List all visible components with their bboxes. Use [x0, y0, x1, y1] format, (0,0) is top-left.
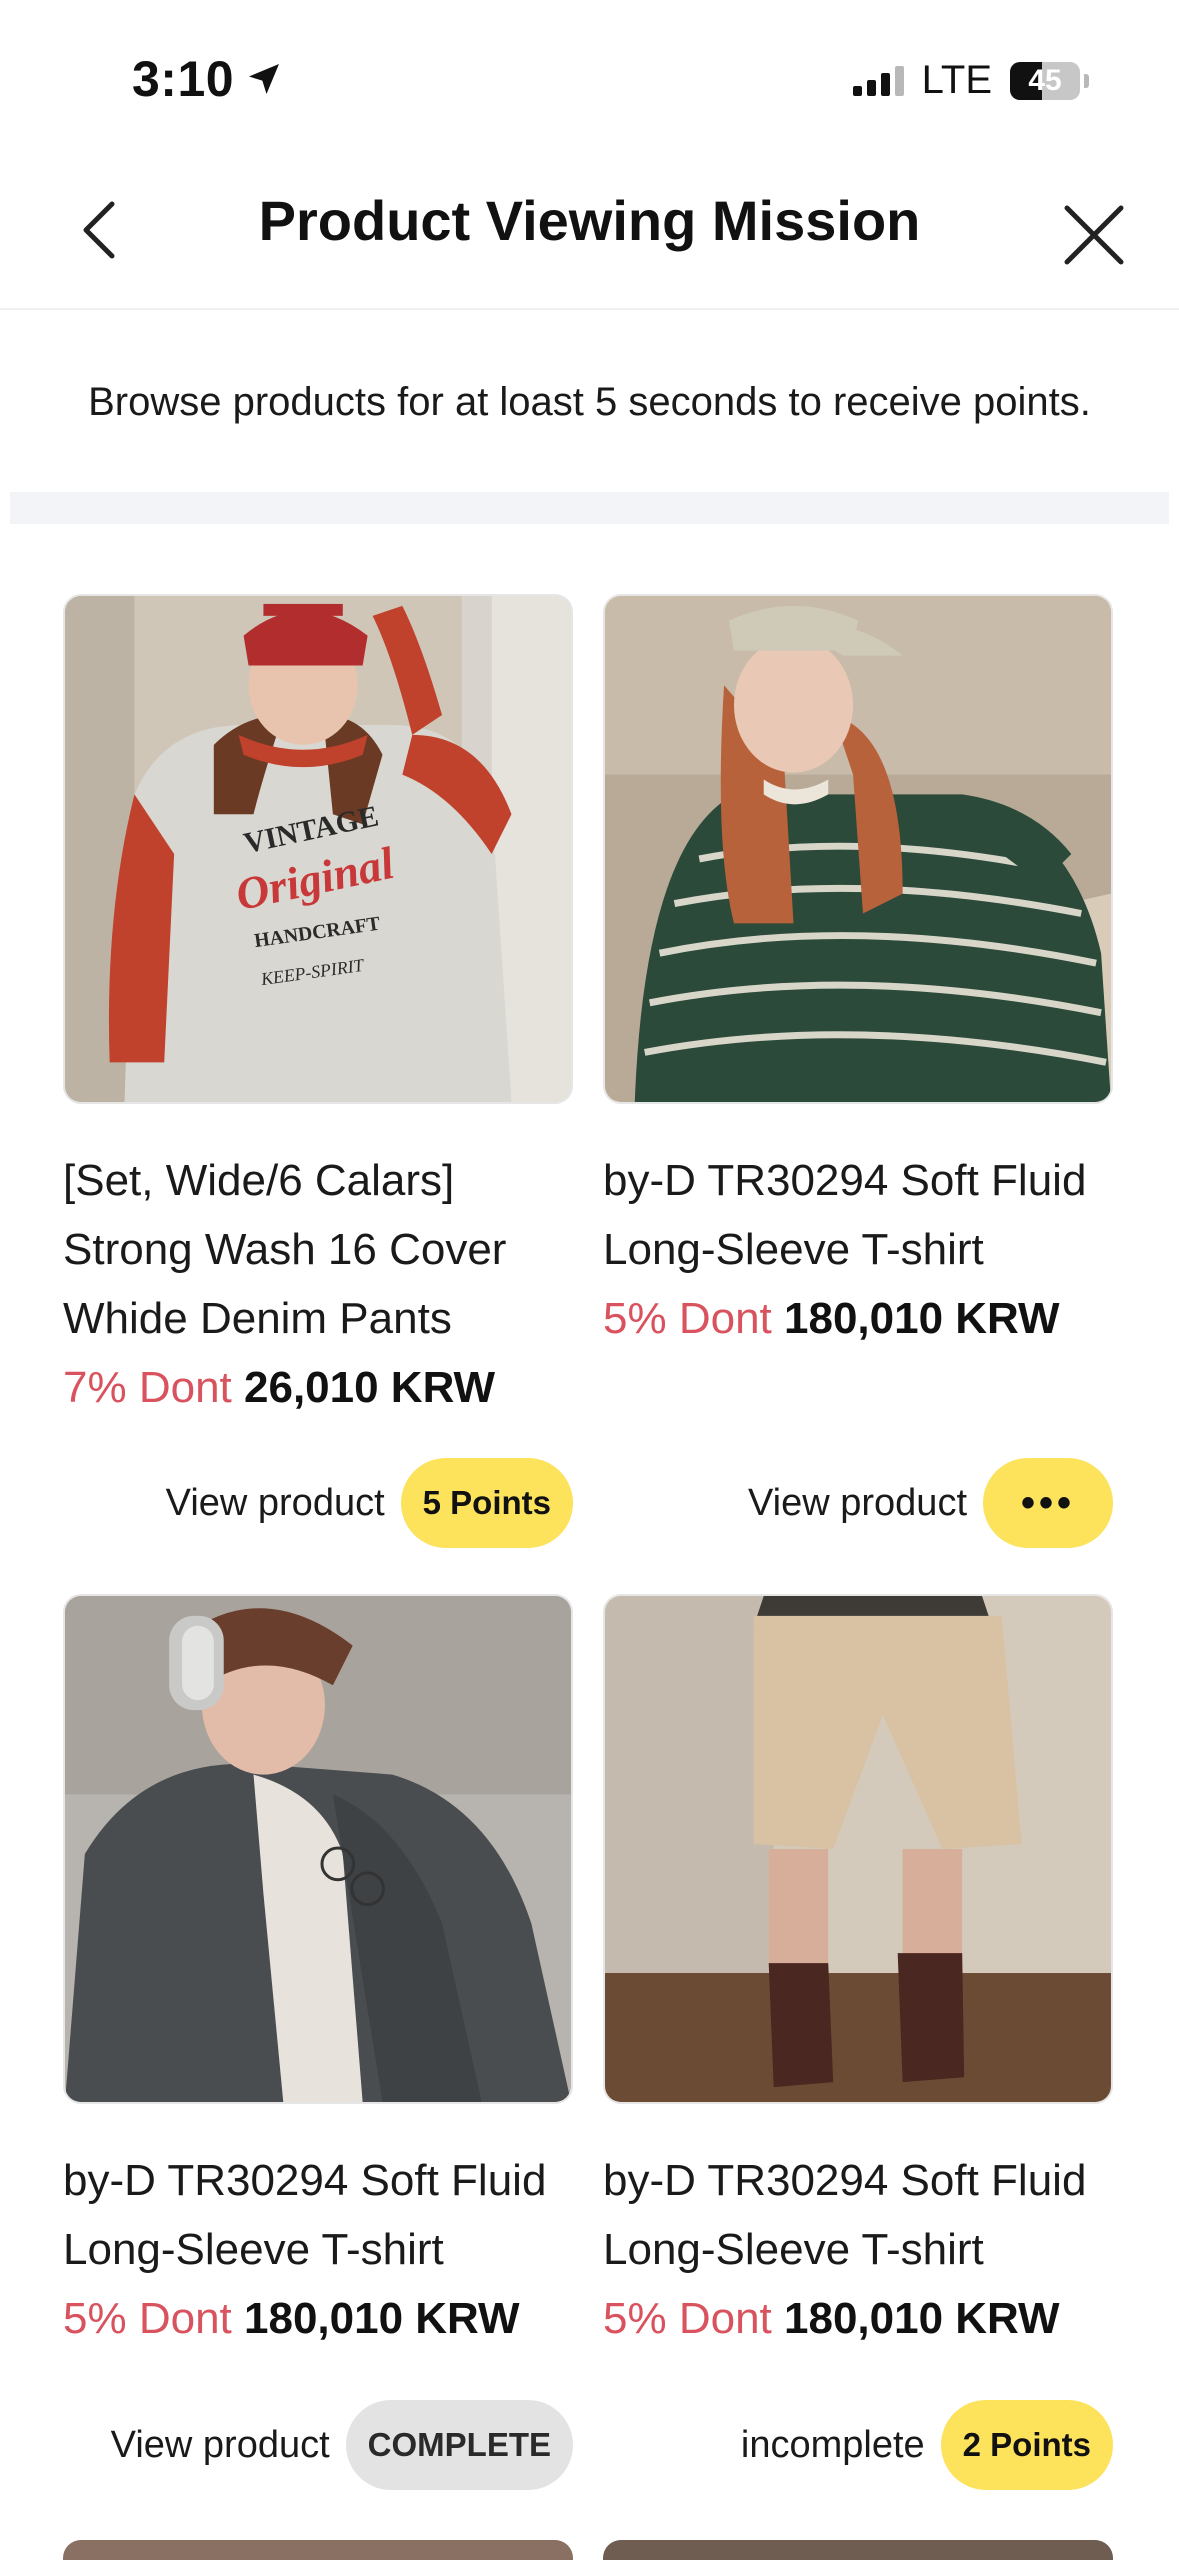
- product-name[interactable]: by-D TR30294 Soft Fluid Long-Sleeve T-sh…: [603, 2146, 1123, 2284]
- product-action: View product COMPLETE: [111, 2400, 573, 2490]
- view-product-link[interactable]: View product: [748, 1482, 967, 1525]
- status-time: 3:10: [132, 50, 284, 108]
- product-card[interactable]: by-D TR30294 Soft Fluid Long-Sleeve T-sh…: [63, 1594, 573, 2534]
- status-indicators: LTE 45: [852, 58, 1089, 103]
- view-product-link[interactable]: View product: [166, 1482, 385, 1525]
- product-image[interactable]: [603, 594, 1113, 1104]
- product-price: 180,010 KRW: [784, 2294, 1060, 2343]
- mission-notice: Browse products for at loast 5 seconds t…: [88, 379, 1091, 424]
- product-image[interactable]: [63, 1594, 573, 2104]
- next-product-image-peek: [603, 2540, 1113, 2560]
- complete-badge[interactable]: COMPLETE: [345, 2400, 573, 2490]
- product-discount: 7% Dont: [63, 1363, 232, 1412]
- product-name[interactable]: [Set, Wide/6 Calars] Strong Wash 16 Cove…: [63, 1146, 583, 1353]
- product-price: 180,010 KRW: [784, 1294, 1060, 1343]
- product-price: 26,010 KRW: [244, 1363, 496, 1412]
- product-action: incomplete 2 Points: [741, 2400, 1113, 2490]
- nav-bar: Product Viewing Mission: [0, 160, 1179, 310]
- battery-icon: 45: [1010, 61, 1080, 100]
- product-card[interactable]: VINTAGE Original HANDCRAFT KEEP-SPIRIT […: [63, 594, 573, 1594]
- battery-tip: [1084, 73, 1089, 88]
- close-icon: [1064, 205, 1124, 265]
- page-title: Product Viewing Mission: [258, 189, 921, 252]
- product-discount: 5% Dont: [603, 2294, 772, 2343]
- product-price-line: 5% Dont 180,010 KRW: [603, 2284, 1113, 2353]
- product-action: View product •••: [748, 1458, 1113, 1548]
- product-card[interactable]: by-D TR30294 Soft Fluid Long-Sleeve T-sh…: [603, 594, 1113, 1594]
- close-button[interactable]: [1049, 190, 1139, 280]
- product-grid: VINTAGE Original HANDCRAFT KEEP-SPIRIT […: [63, 594, 1119, 2534]
- product-price: 180,010 KRW: [244, 2294, 520, 2343]
- product-card[interactable]: by-D TR30294 Soft Fluid Long-Sleeve T-sh…: [603, 1594, 1113, 2534]
- points-badge[interactable]: 5 Points: [400, 1458, 573, 1548]
- view-product-link[interactable]: View product: [111, 2424, 330, 2467]
- product-price-line: 5% Dont 180,010 KRW: [63, 2284, 573, 2353]
- battery-percent: 45: [1028, 63, 1062, 97]
- product-discount: 5% Dont: [603, 1294, 772, 1343]
- product-name[interactable]: by-D TR30294 Soft Fluid Long-Sleeve T-sh…: [603, 1146, 1123, 1284]
- points-badge[interactable]: 2 Points: [940, 2400, 1113, 2490]
- product-image[interactable]: VINTAGE Original HANDCRAFT KEEP-SPIRIT: [63, 594, 573, 1104]
- signal-icon: [852, 65, 904, 96]
- product-price-line: 7% Dont 26,010 KRW: [63, 1353, 573, 1422]
- product-price-line: 5% Dont 180,010 KRW: [603, 1284, 1113, 1353]
- section-divider: [10, 492, 1169, 524]
- location-arrow-icon: [249, 64, 280, 94]
- incomplete-label: incomplete: [740, 2423, 925, 2466]
- clock: 3:10: [132, 51, 235, 107]
- status-bar: 3:10 LTE 45: [0, 0, 1179, 160]
- loading-badge[interactable]: •••: [983, 1458, 1113, 1548]
- product-discount: 5% Dont: [63, 2294, 232, 2343]
- product-action: View product 5 Points: [166, 1458, 573, 1548]
- network-type: LTE: [921, 58, 992, 102]
- product-image[interactable]: [603, 1594, 1113, 2104]
- next-product-image-peek: [63, 2540, 573, 2560]
- product-name[interactable]: by-D TR30294 Soft Fluid Long-Sleeve T-sh…: [63, 2146, 583, 2284]
